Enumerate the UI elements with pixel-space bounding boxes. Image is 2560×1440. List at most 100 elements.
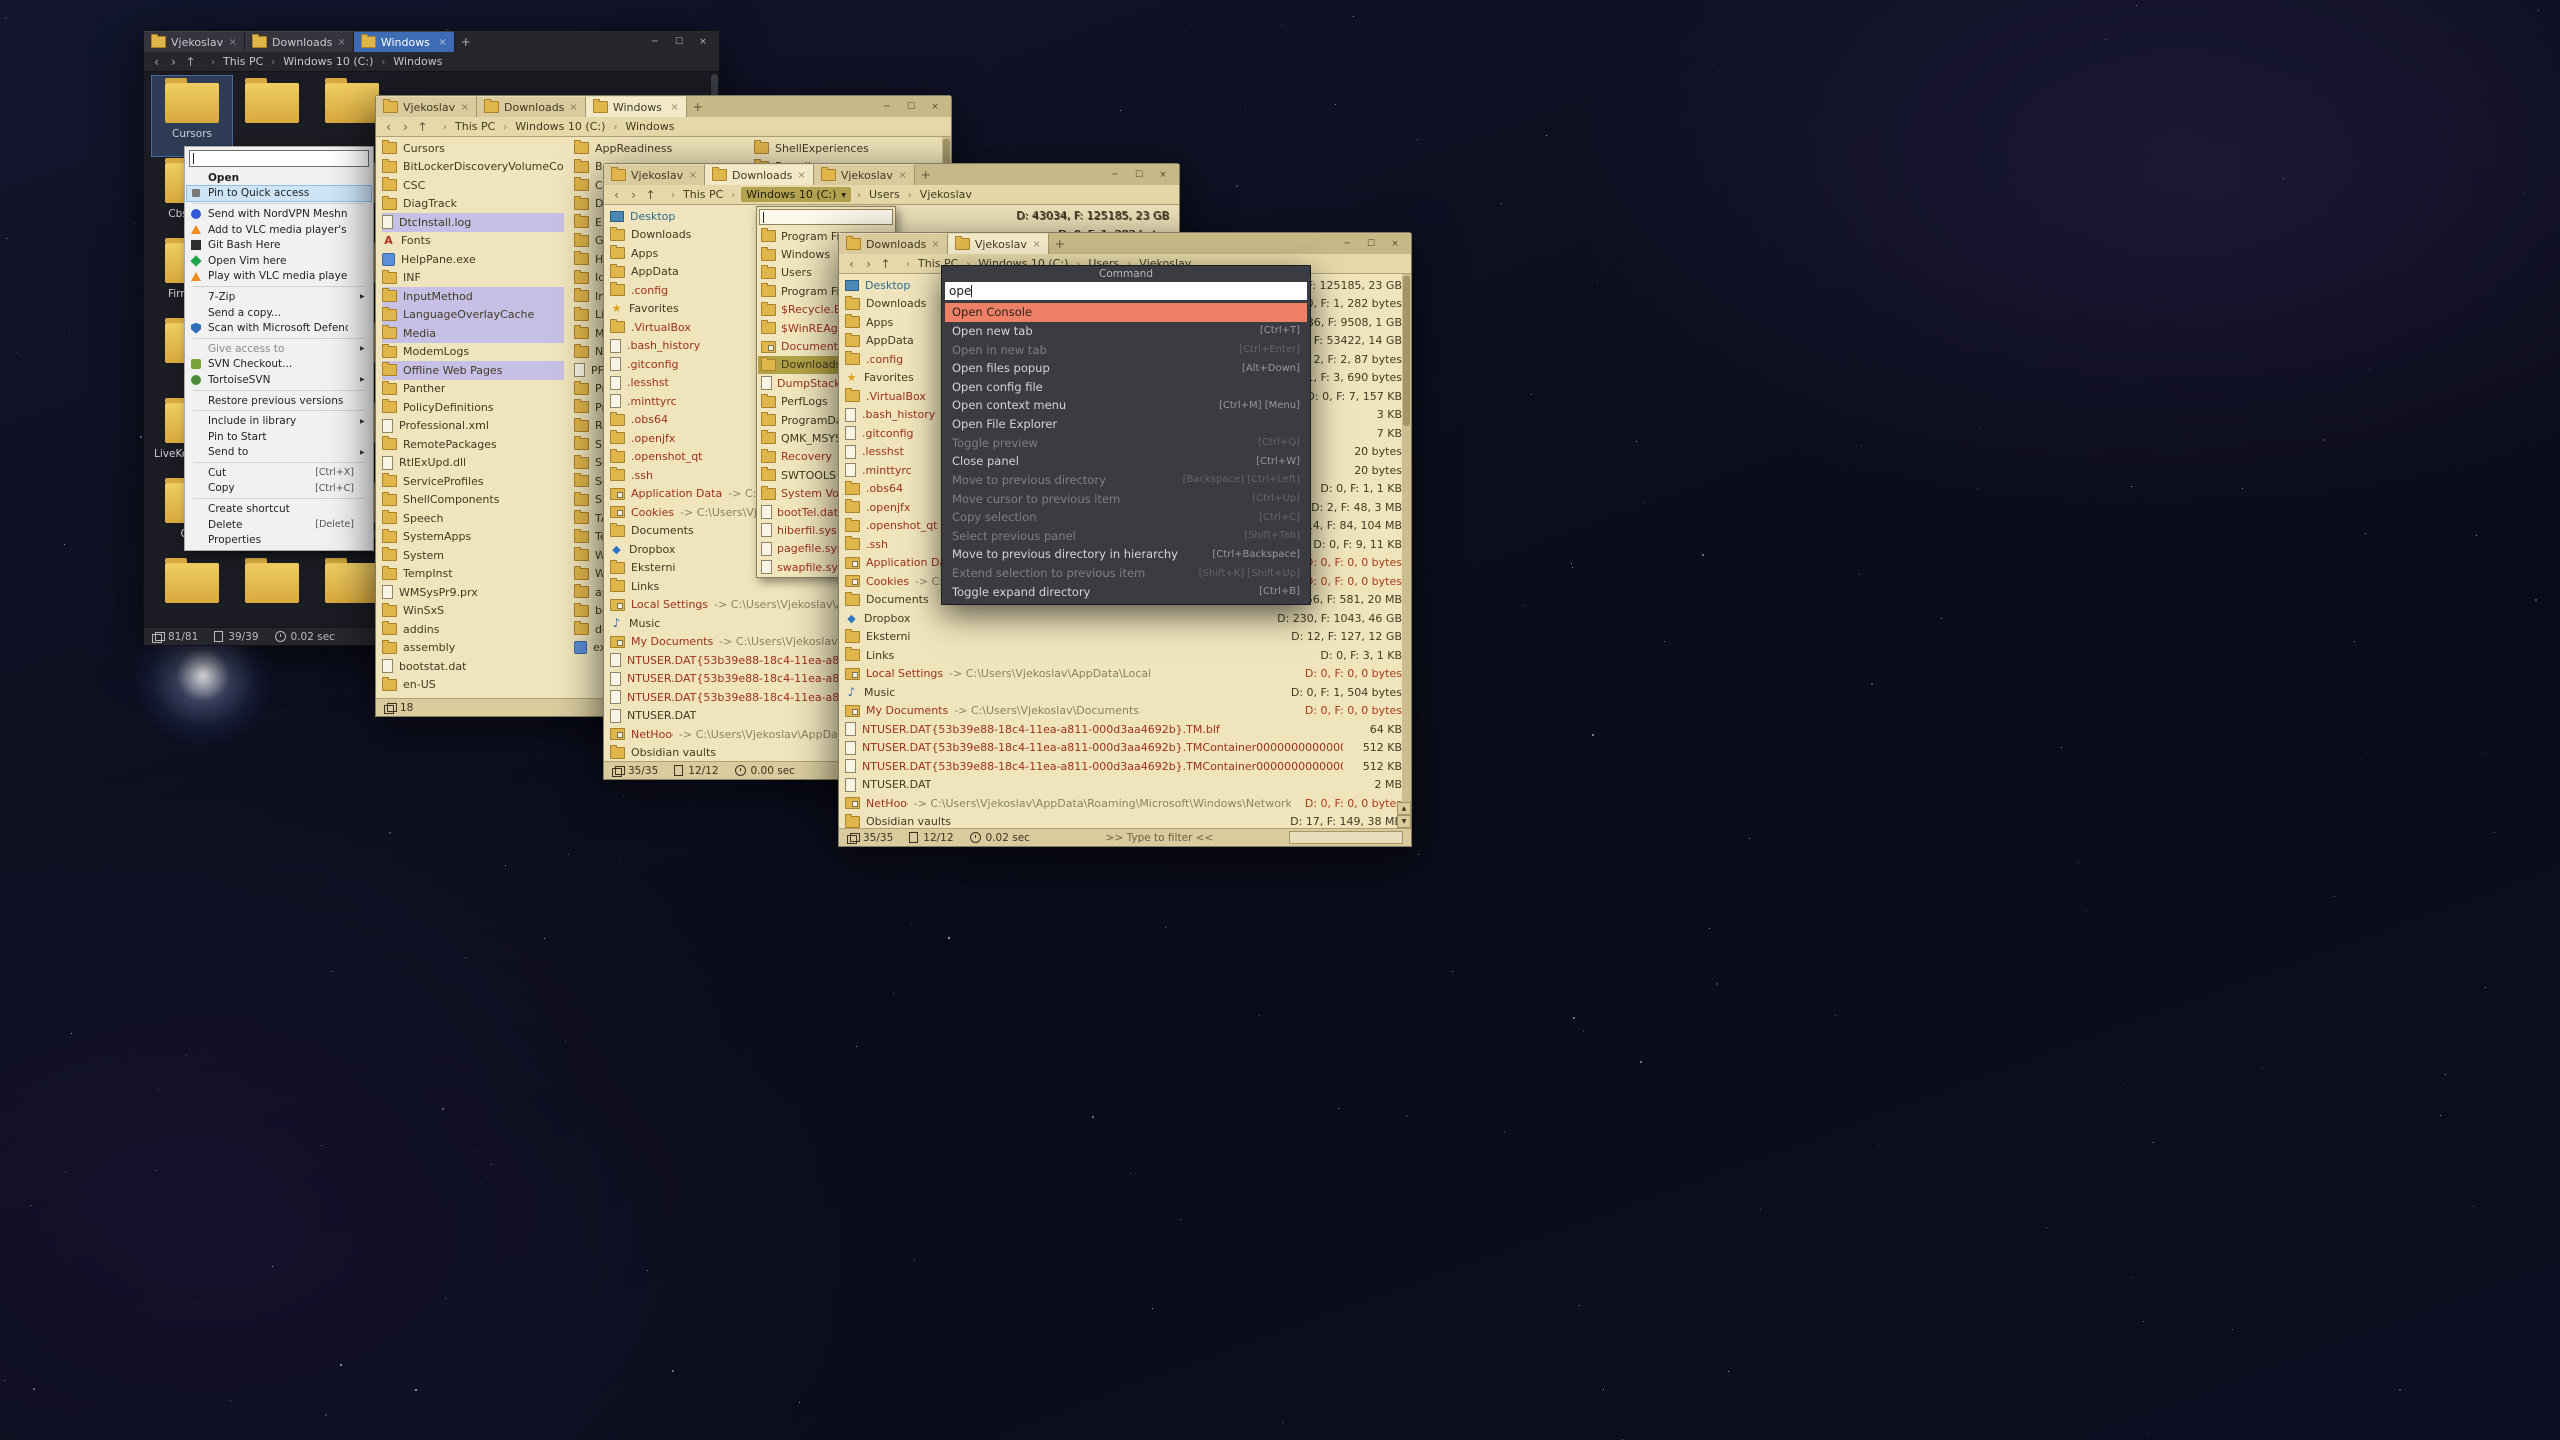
tab-close-icon[interactable] bbox=[797, 170, 805, 181]
up-button[interactable]: ↑ bbox=[415, 120, 430, 134]
back-button[interactable]: ‹ bbox=[149, 55, 164, 69]
minimize-button[interactable]: ─ bbox=[875, 102, 899, 112]
tab[interactable]: Downloads bbox=[705, 164, 814, 185]
context-menu-item[interactable]: Properties bbox=[187, 532, 371, 548]
file-row[interactable]: HelpPane.exe bbox=[382, 250, 564, 269]
command-item[interactable]: Copy selection[Ctrl+C] bbox=[945, 508, 1307, 527]
file-row[interactable]: assembly bbox=[382, 639, 564, 658]
file-row[interactable]: SystemApps bbox=[382, 528, 564, 547]
context-menu-item[interactable]: 7-Zip▶ bbox=[187, 289, 371, 305]
file-row[interactable]: RemotePackages bbox=[382, 435, 564, 454]
file-row[interactable]: INF bbox=[382, 269, 564, 288]
command-item[interactable]: Open File Explorer bbox=[945, 415, 1307, 434]
file-row[interactable]: ShellExperiences bbox=[754, 139, 936, 158]
maximize-button[interactable]: ☐ bbox=[667, 37, 691, 47]
context-menu-item[interactable]: Play with VLC media player bbox=[187, 269, 371, 285]
command-item[interactable]: Select previous panel[Shift+Tab] bbox=[945, 527, 1307, 546]
minimize-button[interactable]: ─ bbox=[1335, 239, 1359, 249]
new-tab-button[interactable]: + bbox=[915, 164, 937, 185]
file-row[interactable]: bootstat.dat bbox=[382, 657, 564, 676]
forward-button[interactable]: › bbox=[398, 120, 413, 134]
command-item[interactable]: Move to previous directory[Backspace] [C… bbox=[945, 471, 1307, 490]
forward-button[interactable]: › bbox=[626, 188, 641, 202]
context-menu-item[interactable]: Scan with Microsoft Defender... bbox=[187, 320, 371, 336]
file-row[interactable]: Obsidian vaultsD: 17, F: 149, 38 MB bbox=[845, 813, 1402, 829]
forward-button[interactable]: › bbox=[166, 55, 181, 69]
command-item[interactable]: Open new tab[Ctrl+T] bbox=[945, 322, 1307, 341]
file-row[interactable]: Cursors bbox=[382, 139, 564, 158]
tab-close-icon[interactable] bbox=[689, 170, 697, 181]
file-row[interactable]: LanguageOverlayCache bbox=[382, 306, 564, 325]
file-row[interactable]: Media bbox=[382, 324, 564, 343]
grid-folder-item[interactable] bbox=[232, 556, 312, 627]
command-item[interactable]: Move cursor to previous item[Ctrl+Up] bbox=[945, 489, 1307, 508]
context-menu-item[interactable]: Pin to Start bbox=[187, 429, 371, 445]
tab[interactable]: Windows bbox=[354, 31, 455, 52]
tab[interactable]: Windows bbox=[586, 96, 687, 117]
breadcrumb-item[interactable]: This PC bbox=[665, 188, 725, 201]
new-tab-button[interactable]: + bbox=[455, 31, 477, 52]
context-menu-item[interactable]: Open Vim here bbox=[187, 253, 371, 269]
context-menu-item[interactable] bbox=[193, 390, 365, 391]
file-row[interactable]: DiagTrack bbox=[382, 195, 564, 214]
file-row[interactable]: EksterniD: 12, F: 127, 12 GB bbox=[845, 628, 1402, 647]
command-item[interactable]: Open in new tab[Ctrl+Enter] bbox=[945, 340, 1307, 359]
command-item[interactable]: Toggle expand directory[Ctrl+B] bbox=[945, 582, 1307, 601]
context-menu-item[interactable]: Send to▶ bbox=[187, 445, 371, 461]
context-menu-item[interactable]: SVN Checkout... bbox=[187, 357, 371, 373]
context-menu-item[interactable]: Create shortcut bbox=[187, 501, 371, 517]
file-row[interactable]: Fonts bbox=[382, 232, 564, 251]
file-row[interactable]: BitLockerDiscoveryVolumeContents bbox=[382, 158, 564, 177]
close-button[interactable]: × bbox=[1383, 239, 1407, 249]
file-row[interactable]: Professional.xml bbox=[382, 417, 564, 436]
tab-close-icon[interactable] bbox=[229, 37, 237, 48]
command-item[interactable]: Move to previous directory in hierarchy[… bbox=[945, 545, 1307, 564]
scroll-up-icon[interactable]: ▲ bbox=[1397, 802, 1411, 815]
tab[interactable]: Vjekoslav bbox=[144, 31, 245, 52]
maximize-button[interactable]: ☐ bbox=[899, 102, 923, 112]
file-row[interactable]: Local Settings -> C:\Users\Vjekoslav\App… bbox=[845, 665, 1402, 684]
file-row[interactable]: LinksD: 0, F: 3, 1 KB bbox=[845, 646, 1402, 665]
new-tab-button[interactable]: + bbox=[1049, 233, 1071, 254]
grid-folder-item[interactable] bbox=[232, 76, 312, 156]
context-menu-item[interactable]: Delete[Delete] bbox=[187, 517, 371, 533]
grid-folder-item[interactable]: Cursors bbox=[152, 76, 232, 156]
file-row[interactable]: DropboxD: 230, F: 1043, 46 GB bbox=[845, 609, 1402, 628]
file-row[interactable]: NTUSER.DAT{53b39e88-18c4-11ea-a811-000d3… bbox=[845, 757, 1402, 776]
file-row[interactable]: Speech bbox=[382, 509, 564, 528]
command-item[interactable]: Extend selection to previous item[Shift+… bbox=[945, 564, 1307, 583]
file-row[interactable]: Offline Web Pages bbox=[382, 361, 564, 380]
command-item[interactable]: Close panel[Ctrl+W] bbox=[945, 452, 1307, 471]
context-menu-item[interactable]: Give access to▶ bbox=[187, 341, 371, 357]
context-menu-item[interactable]: Restore previous versions bbox=[187, 393, 371, 409]
up-button[interactable]: ↑ bbox=[183, 55, 198, 69]
forward-button[interactable]: › bbox=[861, 257, 876, 271]
file-row[interactable]: InputMethod bbox=[382, 287, 564, 306]
context-menu-item[interactable]: Add to VLC media player's Playlist bbox=[187, 222, 371, 238]
context-menu-item[interactable] bbox=[193, 498, 365, 499]
up-button[interactable]: ↑ bbox=[878, 257, 893, 271]
tab-close-icon[interactable] bbox=[569, 102, 577, 113]
breadcrumb-item[interactable]: This PC bbox=[205, 55, 265, 68]
breadcrumb-item[interactable]: Windows 10 (C:) bbox=[497, 120, 607, 133]
file-row[interactable]: System bbox=[382, 546, 564, 565]
file-row[interactable]: PolicyDefinitions bbox=[382, 398, 564, 417]
file-row[interactable]: WinSxS bbox=[382, 602, 564, 621]
command-item[interactable]: Open files popup[Alt+Down] bbox=[945, 359, 1307, 378]
context-menu-item[interactable]: Send a copy... bbox=[187, 305, 371, 321]
context-menu-item[interactable]: Include in library▶ bbox=[187, 413, 371, 429]
tab[interactable]: Downloads bbox=[245, 31, 354, 52]
context-menu-item[interactable] bbox=[193, 462, 365, 463]
type-to-filter-hint[interactable]: >> Type to filter << bbox=[1106, 832, 1214, 844]
file-row[interactable]: WMSysPr9.prx bbox=[382, 583, 564, 602]
minimize-button[interactable]: ─ bbox=[643, 37, 667, 47]
up-button[interactable]: ↑ bbox=[643, 188, 658, 202]
context-menu-filter-input[interactable] bbox=[189, 150, 369, 167]
context-menu-item[interactable]: Cut[Ctrl+X] bbox=[187, 465, 371, 481]
context-menu-item[interactable]: Open bbox=[187, 170, 371, 186]
file-row[interactable]: CSC bbox=[382, 176, 564, 195]
file-row[interactable]: My Documents -> C:\Users\Vjekoslav\Docum… bbox=[845, 702, 1402, 721]
file-row[interactable]: DtcInstall.log bbox=[382, 213, 564, 232]
context-menu-item[interactable] bbox=[193, 338, 365, 339]
file-row[interactable]: AppReadiness bbox=[574, 139, 756, 158]
